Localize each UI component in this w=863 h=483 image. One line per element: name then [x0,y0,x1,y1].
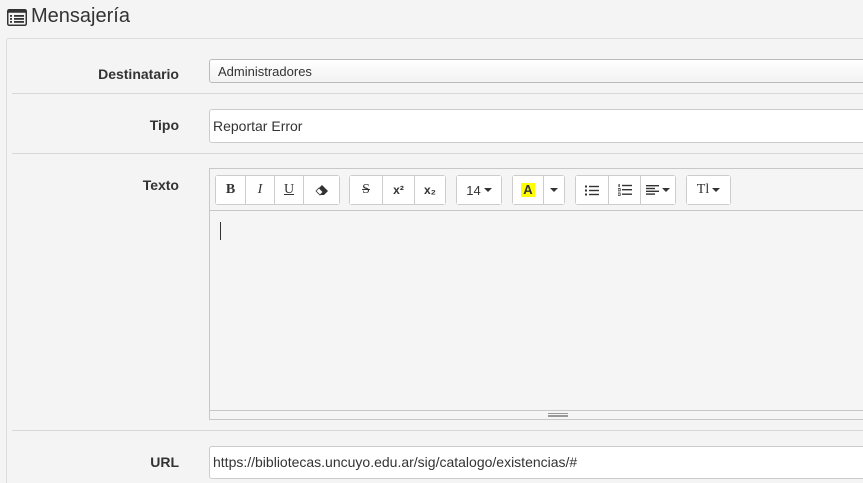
superscript-button[interactable]: x² [383,176,415,204]
rich-text-editor: B I U S x² x₂ 14 A Tl [209,168,863,420]
page-header: Mensajería [0,0,863,38]
subscript-button[interactable]: x₂ [415,176,445,204]
chevron-down-icon [662,188,670,192]
bold-button[interactable]: B [216,176,246,204]
align-left-icon [646,185,659,195]
row-divider [12,153,863,154]
clear-format-button[interactable] [304,176,339,204]
list-alt-icon [7,9,27,26]
color-letter-icon: A [521,182,535,197]
font-family-dropdown[interactable]: Tl [686,175,731,205]
resize-grip-icon [548,413,568,417]
url-label: URL [150,454,179,470]
chevron-down-icon [712,188,721,192]
italic-button[interactable]: I [246,176,275,204]
editor-toolbar: B I U S x² x₂ 14 A Tl [210,169,863,211]
text-cursor [220,222,221,240]
color-button[interactable]: A [513,176,544,204]
unordered-list-button[interactable] [576,176,609,204]
script-button-group: S x² x₂ [349,175,446,205]
row-divider [12,93,863,94]
font-family-icon: Tl [696,182,710,197]
texto-label: Texto [142,177,179,193]
font-size-dropdown[interactable]: 14 [456,175,502,205]
page-title: Mensajería [31,5,130,27]
destinatario-label: Destinatario [98,66,179,82]
list-ol-icon [617,184,632,196]
eraser-icon [314,185,328,196]
url-field[interactable]: https://bibliotecas.uncuyo.edu.ar/sig/ca… [209,446,863,479]
ordered-list-button[interactable] [609,176,641,204]
chevron-down-icon [550,188,558,192]
tipo-label: Tipo [149,117,179,133]
color-button-group: A [512,175,565,205]
color-dropdown-button[interactable] [544,176,564,204]
chevron-down-icon [483,188,492,192]
font-size-value: 14 [466,182,481,198]
editor-resize-handle[interactable] [210,410,863,419]
underline-button[interactable]: U [275,176,304,204]
strikethrough-button[interactable]: S [350,176,383,204]
list-ul-icon [585,185,599,195]
tipo-field[interactable]: Reportar Error [209,109,863,143]
align-dropdown-button[interactable] [641,176,675,204]
paragraph-button-group [575,175,676,205]
row-divider [12,430,863,431]
destinatario-select[interactable]: Administradores [209,59,863,83]
style-button-group: B I U [215,175,340,205]
editor-content-area[interactable] [210,212,863,410]
